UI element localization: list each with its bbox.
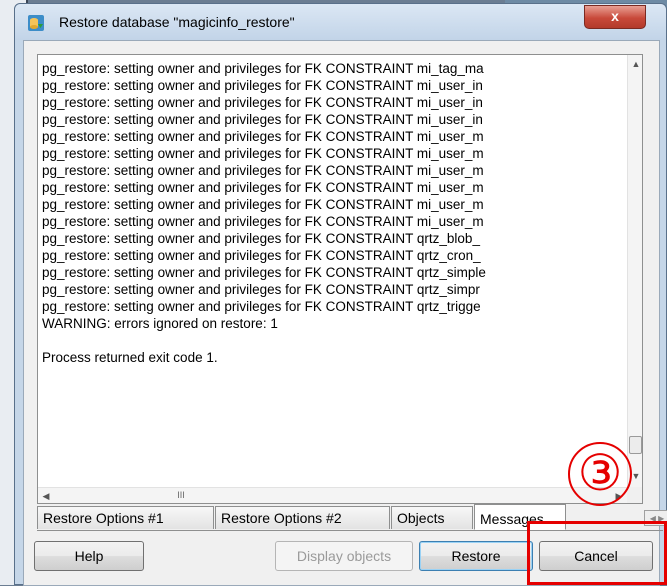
help-button[interactable]: Help: [34, 541, 144, 571]
log-line: pg_restore: setting owner and privileges…: [42, 214, 484, 229]
tab-objects[interactable]: Objects: [391, 506, 473, 529]
restore-dialog: Restore database "magicinfo_restore" x p…: [14, 3, 667, 586]
messages-log[interactable]: pg_restore: setting owner and privileges…: [37, 54, 643, 504]
close-icon[interactable]: x: [584, 5, 646, 29]
tab-restore-options-1[interactable]: Restore Options #1: [37, 506, 214, 529]
display-objects-button: Display objects: [275, 541, 413, 571]
dialog-client-area: pg_restore: setting owner and privileges…: [23, 40, 667, 586]
log-line: pg_restore: setting owner and privileges…: [42, 282, 480, 297]
log-line: pg_restore: setting owner and privileges…: [42, 180, 484, 195]
window-title: Restore database "magicinfo_restore": [59, 14, 295, 30]
scroll-corner: [627, 487, 642, 503]
step-marker: ③: [568, 442, 632, 506]
log-text: pg_restore: setting owner and privileges…: [42, 60, 622, 366]
horizontal-scroll-thumb[interactable]: III: [61, 490, 301, 501]
log-line: pg_restore: setting owner and privileges…: [42, 95, 483, 110]
log-line: Process returned exit code 1.: [42, 350, 218, 365]
log-line: pg_restore: setting owner and privileges…: [42, 112, 483, 127]
tab-restore-options-2[interactable]: Restore Options #2: [215, 506, 390, 529]
vertical-scrollbar[interactable]: ▲ ▼: [627, 55, 642, 487]
vertical-scroll-thumb[interactable]: [629, 436, 642, 454]
restore-button[interactable]: Restore: [419, 541, 533, 571]
log-line: pg_restore: setting owner and privileges…: [42, 163, 484, 178]
log-line: pg_restore: setting owner and privileges…: [42, 248, 481, 263]
log-line: pg_restore: setting owner and privileges…: [42, 146, 484, 161]
scroll-left-icon[interactable]: ◀: [38, 491, 54, 502]
log-line: pg_restore: setting owner and privileges…: [42, 78, 483, 93]
scroll-up-icon[interactable]: ▲: [628, 59, 642, 69]
log-line: WARNING: errors ignored on restore: 1: [42, 316, 278, 331]
horizontal-scrollbar[interactable]: ◀ III ▶: [38, 487, 627, 503]
cancel-highlight-box: [527, 521, 667, 585]
log-line: pg_restore: setting owner and privileges…: [42, 129, 484, 144]
log-line: pg_restore: setting owner and privileges…: [42, 61, 484, 76]
log-line: pg_restore: setting owner and privileges…: [42, 299, 481, 314]
log-line: pg_restore: setting owner and privileges…: [42, 231, 480, 246]
log-line: pg_restore: setting owner and privileges…: [42, 265, 486, 280]
database-restore-icon: [27, 14, 45, 32]
log-line: pg_restore: setting owner and privileges…: [42, 197, 484, 212]
title-bar[interactable]: Restore database "magicinfo_restore" x: [15, 4, 666, 40]
